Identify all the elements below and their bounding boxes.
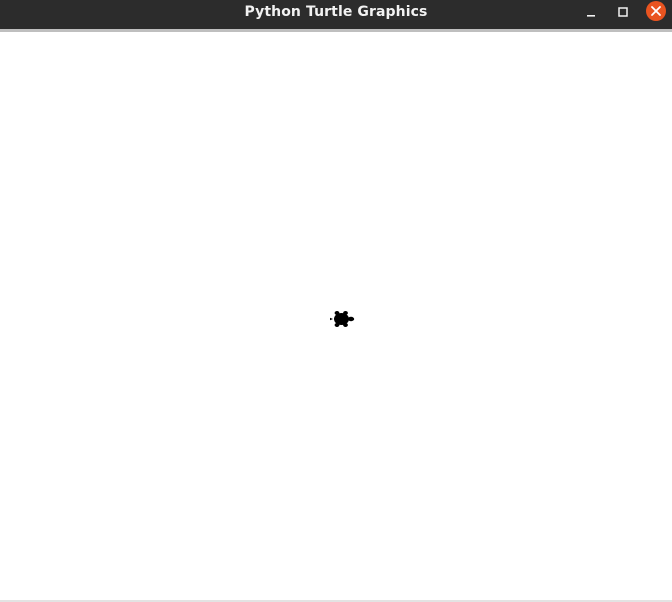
minimize-button[interactable] (580, 2, 602, 22)
minimize-icon (587, 15, 595, 17)
close-button[interactable] (646, 1, 666, 21)
turtle-cursor-icon (330, 311, 355, 327)
close-icon (651, 6, 661, 16)
maximize-icon (618, 7, 628, 17)
window-title: Python Turtle Graphics (244, 4, 428, 20)
title-bar[interactable]: Python Turtle Graphics (0, 0, 672, 29)
maximize-button[interactable] (612, 2, 634, 22)
turtle-window: Python Turtle Graphics (0, 0, 672, 602)
